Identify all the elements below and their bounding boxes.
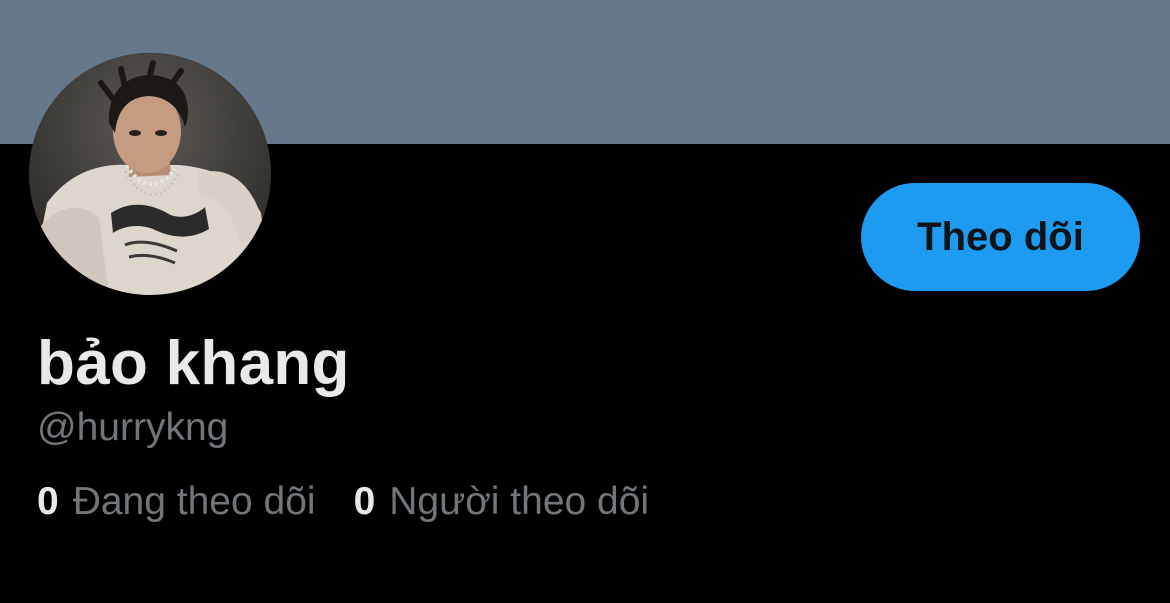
profile-photo-icon	[29, 53, 271, 295]
profile-header: Theo dõi bảo khang @hurrykng 0 Đang theo…	[0, 0, 1170, 603]
follow-button[interactable]: Theo dõi	[861, 183, 1140, 291]
display-name: bảo khang	[37, 329, 350, 398]
following-label: Đang theo dõi	[72, 480, 316, 523]
followers-count: 0	[353, 480, 376, 523]
followers-label: Người theo dõi	[389, 480, 650, 523]
profile-stats: 0 Đang theo dõi 0 Người theo dõi	[37, 478, 649, 526]
following-count: 0	[37, 480, 59, 523]
following-stat[interactable]: 0 Đang theo dõi	[37, 478, 316, 526]
user-handle: @hurrykng	[37, 406, 229, 449]
avatar[interactable]	[29, 53, 271, 295]
followers-stat[interactable]: 0 Người theo dõi	[354, 478, 650, 526]
